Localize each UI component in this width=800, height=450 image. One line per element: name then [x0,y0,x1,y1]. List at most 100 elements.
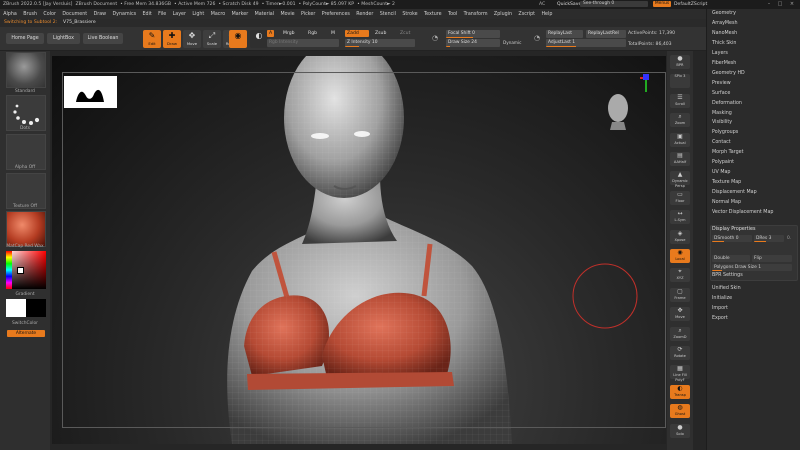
tool-panel-preview[interactable]: Preview [712,79,731,89]
menu-picker[interactable]: Picker [298,12,319,17]
menu-help[interactable]: Help [538,12,555,17]
tool-panel-uv-map[interactable]: UV Map [712,168,730,178]
tool-panel-polygroups[interactable]: Polygroups [712,128,738,138]
aahalf-button[interactable]: ▤ AAHalf [670,152,690,166]
alternate-button[interactable]: Alternate [7,330,45,337]
default-zscript-button[interactable]: DefaultZScript [674,0,707,9]
replay-last-rel-button[interactable]: ReplayLastRel [586,30,626,38]
zcut-toggle[interactable]: Zcut [398,30,412,37]
material-thumbnail[interactable] [6,211,46,247]
dsmooth-slider[interactable]: DSmooth 0 [712,235,752,242]
zsub-toggle[interactable]: Zsub [373,30,388,37]
color-picker[interactable] [6,251,46,289]
m-toggle[interactable]: M [329,30,337,37]
canvas-viewport[interactable] [52,56,666,444]
line-fill-polyf-button[interactable]: ▦ Line Fill PolyF [670,365,690,382]
menu-color[interactable]: Color [40,12,59,17]
draw-size-slider[interactable]: Draw Size 24 [446,39,500,47]
menu-preferences[interactable]: Preferences [319,12,354,17]
zadd-toggle[interactable]: Zadd [345,30,369,37]
menu-marker[interactable]: Marker [228,12,251,17]
menu-dynamics[interactable]: Dynamics [109,12,139,17]
rgb-intensity-slider[interactable]: Rgb Intensity [267,39,339,47]
sculptris-icon[interactable]: ◐ [250,30,268,48]
tool-panel-polypaint[interactable]: Polypaint [712,158,734,168]
menu-transform[interactable]: Transform [460,12,490,17]
tool-panel-layers[interactable]: Layers [712,49,728,59]
menu-alpha[interactable]: Alpha [0,12,20,17]
tool-panel-geometry-hd[interactable]: Geometry HD [712,69,745,79]
menu-file[interactable]: File [155,12,169,17]
minimize-icon[interactable]: – [766,1,772,7]
tool-panel-export[interactable]: Export [712,314,728,324]
menu-material[interactable]: Material [251,12,277,17]
maximize-icon[interactable]: □ [777,1,783,7]
menu-render[interactable]: Render [353,12,376,17]
zoomd-button[interactable]: ⌕ ZoomD [670,326,690,341]
menu-light[interactable]: Light [189,12,207,17]
edit-button[interactable]: ✎ Edit [143,30,161,48]
zoom-button[interactable]: ⌕ Zoom [670,113,690,128]
tool-panel-unified-skin[interactable]: Unified Skin [712,284,741,294]
menu-tool[interactable]: Tool [445,12,461,17]
flip-toggle[interactable]: Flip [752,255,792,262]
switch-color-button[interactable]: SwitchColor [0,321,50,326]
menu-document[interactable]: Document [59,12,90,17]
dynamic-toggle[interactable]: Dynamic [503,39,521,47]
draw-button[interactable]: ✚ Draw [163,30,181,48]
see-through-slider[interactable]: See-through 0 [580,1,648,7]
menu-layer[interactable]: Layer [169,12,189,17]
transp-button[interactable]: ◐ Transp [670,384,690,399]
xyz-button[interactable]: ⌖ XYZ [670,268,690,283]
tool-panel-displacement-map[interactable]: Displacement Map [712,188,757,198]
menu-draw[interactable]: Draw [90,12,109,17]
solo-button[interactable]: ● Solo [670,423,690,438]
spix-3-button[interactable]: SPix 3 [670,74,690,89]
material-sphere-icon[interactable]: ◉ [229,30,247,48]
menu-edit[interactable]: Edit [139,12,155,17]
hue-strip[interactable] [6,251,12,289]
rgb-toggle[interactable]: Rgb [306,30,319,37]
secondary-color-swatch[interactable] [26,299,46,317]
menu-stroke[interactable]: Stroke [399,12,421,17]
tool-panel-morph-target[interactable]: Morph Target [712,148,744,158]
menu-zscript[interactable]: Zscript [515,12,538,17]
display-properties-header[interactable]: Display Properties [712,227,755,232]
menu-brush[interactable]: Brush [20,12,40,17]
frame-button[interactable]: ▢ Frame [670,287,690,302]
tool-panel-thick-skin[interactable]: Thick Skin [712,39,736,49]
move-button[interactable]: ✥ Move [183,30,201,48]
quicksave-button[interactable]: QuickSave [557,0,581,9]
bpr-settings-item[interactable]: BPR Settings [712,271,743,281]
focal-shift-slider[interactable]: Focal Shift 0 [446,30,500,38]
dres-slider[interactable]: DRes 3 [754,235,784,242]
scale-button[interactable]: ⤢ Scale [203,30,221,48]
picker-cursor[interactable] [17,267,24,274]
tool-panel-visibility[interactable]: Visibility [712,118,732,128]
tool-panel-deformation[interactable]: Deformation [712,99,742,109]
gradient-label[interactable]: Gradient [0,292,50,297]
tool-panel-nanomesh[interactable]: NanoMesh [712,29,737,39]
double-toggle[interactable]: Double [712,255,750,262]
nav-head-icon[interactable] [608,94,628,122]
dynamic-persp-button[interactable]: ▲ Dynamic Persp [670,171,690,188]
floor-button[interactable]: ▭ Floor [670,190,690,205]
tool-panel-surface[interactable]: Surface [712,89,730,99]
brush-thumbnail[interactable] [6,52,46,88]
tool-panel-normal-map[interactable]: Normal Map [712,198,741,208]
polygons-draw-size-slider[interactable]: Polygons Draw Size 1 [712,264,792,271]
tool-panel-masking[interactable]: Masking [712,109,732,119]
home-page-button[interactable]: Home Page [6,33,44,44]
tool-panel-geometry[interactable]: Geometry [712,9,736,19]
z-intensity-slider[interactable]: Z Intensity 10 [345,39,415,47]
rotate-button[interactable]: ⟳Rotate [670,346,690,360]
actual-button[interactable]: ▣ Actual [670,132,690,147]
ghost-button[interactable]: ◍ Ghost [670,404,690,419]
menu-movie[interactable]: Movie [277,12,298,17]
move-button[interactable]: ✥ Move [670,307,690,322]
tool-panel-contact[interactable]: Contact [712,138,731,148]
adjust-last-slider[interactable]: AdjustLast 1 [546,39,626,47]
main-color-swatch[interactable] [6,299,26,317]
ac-label[interactable]: AC [539,0,545,9]
menu-stencil[interactable]: Stencil [377,12,400,17]
